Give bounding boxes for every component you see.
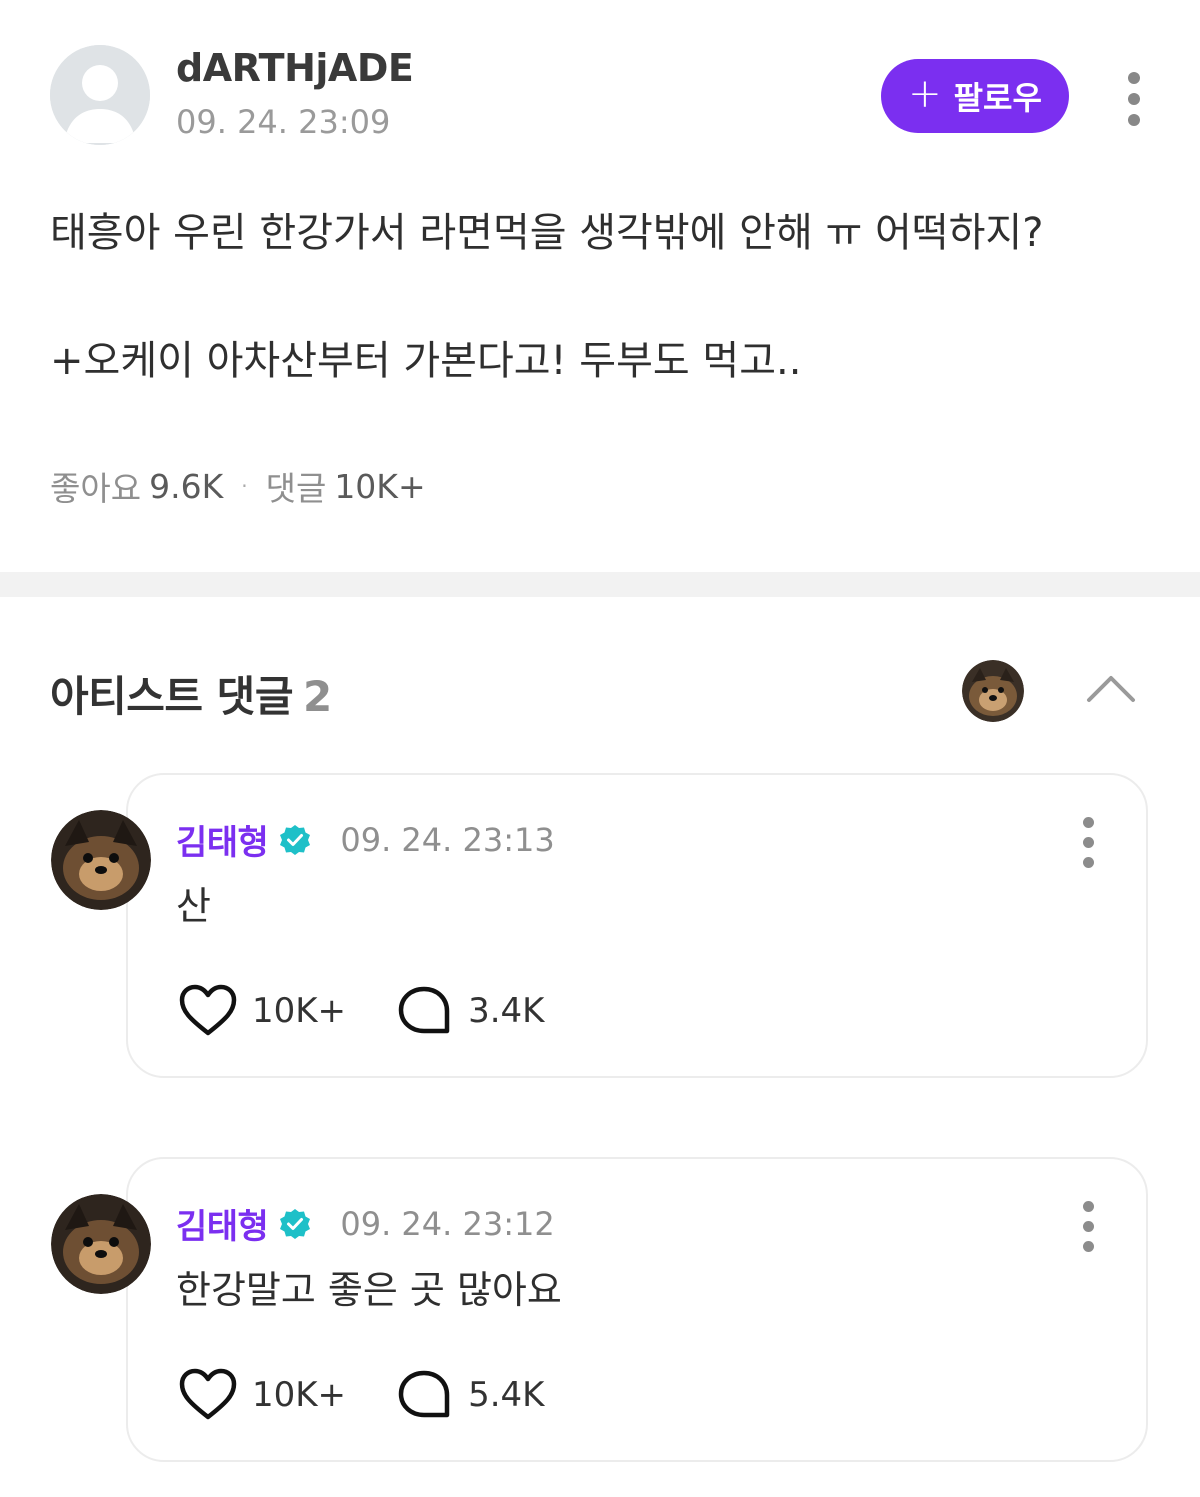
likes-count: 9.6K [149,466,224,506]
comments-count[interactable]: 10K+ [334,467,425,506]
post-timestamp: 09. 24. 23:09 [176,103,391,141]
comment-actions: 10K+ 5.4K [178,1367,544,1423]
comment-header: 김태형 09. 24. 23:13 [176,815,555,864]
artist-comments-title: 아티스트 댓글 2 [50,663,332,724]
post-author-name[interactable]: dARTHjADE [176,46,414,90]
reply-button[interactable]: 5.4K [394,1367,544,1423]
comment-actions: 10K+ 3.4K [178,983,544,1039]
more-vert-icon[interactable] [1078,1201,1098,1252]
like-count: 10K+ [252,1375,347,1415]
comment-card: 김태형 09. 24. 23:13 산 10K+ 3.4K [51,773,1148,1078]
default-avatar-icon[interactable] [50,45,150,145]
comment-text: 산 [176,884,211,928]
artist-avatar[interactable] [962,660,1024,722]
heart-icon [179,984,237,1036]
post-header: dARTHjADE 09. 24. 23:09 + 팔로우 [0,0,1200,150]
comment-card: 김태형 09. 24. 23:12 한강말고 좋은 곳 많아요 10K+ 5.4… [51,1157,1148,1462]
verified-badge-icon [280,824,311,855]
follow-button[interactable]: + 팔로우 [881,59,1069,133]
comment-bubble-icon [398,986,450,1034]
like-count: 10K+ [252,991,347,1031]
verified-badge-icon [280,1208,311,1239]
commenter-avatar[interactable] [51,810,151,910]
like-button[interactable]: 10K+ [178,1367,346,1423]
reply-button[interactable]: 3.4K [394,983,544,1039]
comment-author[interactable]: 김태형 [176,815,269,864]
comment-text: 한강말고 좋은 곳 많아요 [176,1268,562,1312]
more-vert-icon[interactable] [1124,72,1144,126]
artist-comments-title-text: 아티스트 댓글 [50,672,293,721]
chevron-up-icon[interactable] [1083,668,1139,708]
reply-count: 5.4K [468,1375,545,1415]
post-body: 태흥아 우린 한강가서 라면먹을 생각밖에 안해 ㅠ 어떡하지? +오케이 아차… [50,205,1170,389]
heart-icon [179,1368,237,1420]
comment-header: 김태형 09. 24. 23:12 [176,1199,555,1248]
plus-icon: + [908,71,942,117]
more-vert-icon[interactable] [1078,817,1098,868]
section-divider [0,572,1200,597]
reply-count: 3.4K [468,991,545,1031]
post-body-line: +오케이 아차산부터 가본다고! 두부도 먹고.. [50,338,802,384]
like-button[interactable]: 10K+ [178,983,346,1039]
post-stats: 좋아요 9.6K · 댓글 10K+ [50,462,426,510]
likes-label: 좋아요 [50,469,142,508]
stats-separator: · [241,474,248,498]
comment-bubble-icon [398,1370,450,1418]
comment-timestamp: 09. 24. 23:13 [340,820,555,859]
comment-author[interactable]: 김태형 [176,1199,269,1248]
follow-button-label: 팔로우 [953,79,1042,117]
commenter-avatar[interactable] [51,1194,151,1294]
comment-timestamp: 09. 24. 23:12 [340,1204,555,1243]
post-body-line: 태흥아 우린 한강가서 라면먹을 생각밖에 안해 ㅠ 어떡하지? [50,210,1044,256]
artist-comments-count: 2 [302,672,332,721]
comments-label[interactable]: 댓글 [266,462,327,510]
